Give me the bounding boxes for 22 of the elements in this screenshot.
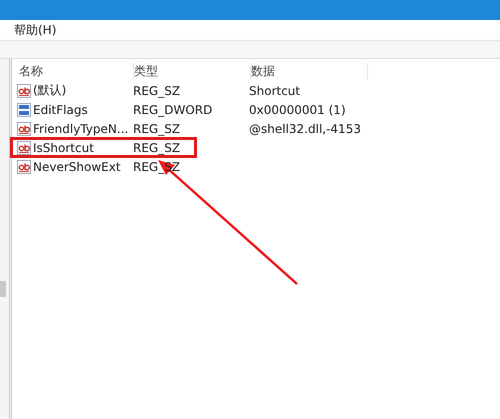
menu-item[interactable]: 帮助(H) xyxy=(12,22,58,38)
binary-value-icon xyxy=(17,102,31,116)
value-name[interactable]: IsShortcut xyxy=(33,140,94,154)
scrollbar-thumb[interactable] xyxy=(0,281,6,297)
value-name[interactable]: NeverShowExt xyxy=(33,160,121,174)
column-header[interactable]: 名称 xyxy=(17,62,134,80)
value-type: REG_SZ xyxy=(133,84,182,98)
string-value-icon xyxy=(17,140,31,154)
value-type: REG_SZ xyxy=(133,122,182,136)
string-value-icon xyxy=(17,84,31,98)
value-type: REG_DWORD xyxy=(133,102,214,116)
column-header[interactable]: 数据 xyxy=(251,62,368,80)
value-name[interactable]: (默认) xyxy=(33,82,66,99)
value-type: REG_SZ xyxy=(133,140,182,154)
string-value-icon xyxy=(17,160,31,174)
string-value-icon xyxy=(17,122,31,136)
value-name[interactable]: EditFlags xyxy=(33,102,88,116)
value-data: 0x00000001 (1) xyxy=(249,102,347,116)
value-name[interactable]: FriendlyTypeN... xyxy=(33,122,128,136)
value-data: Shortcut xyxy=(249,84,302,98)
column-header[interactable]: 类型 xyxy=(134,62,251,80)
value-data: @shell32.dll,-4153 xyxy=(249,122,362,136)
